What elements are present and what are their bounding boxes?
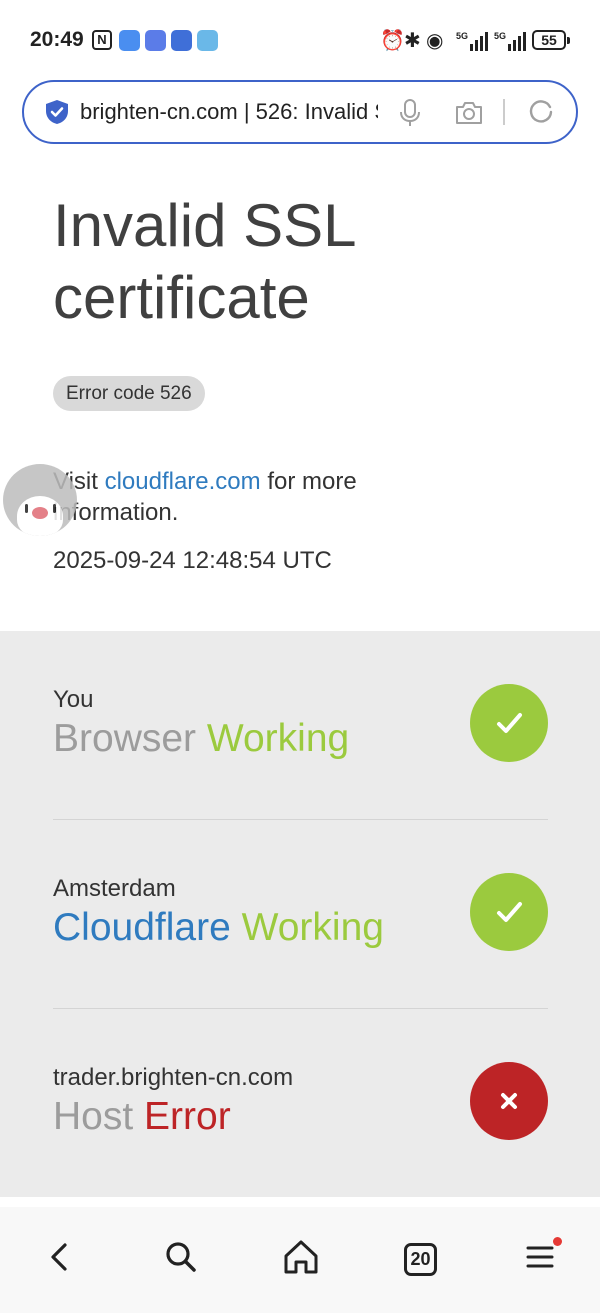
nfc-icon: N — [92, 30, 112, 50]
bluetooth-icon: ✱ — [404, 30, 421, 52]
status-row-cloudflare: Amsterdam Cloudflare Working — [53, 820, 548, 1008]
status-state: Working — [206, 717, 350, 760]
notification-dot — [553, 1237, 562, 1246]
bottom-navigation: 20 — [0, 1207, 600, 1313]
back-icon[interactable] — [40, 1237, 80, 1277]
status-row-host: trader.brighten-cn.com Host Error — [53, 1009, 548, 1197]
tabs-button[interactable]: 20 — [404, 1243, 437, 1276]
alarm-icon: ⏰ — [380, 30, 405, 52]
signal-icon: 5G — [494, 31, 526, 51]
status-ok-badge — [470, 873, 548, 951]
svg-text:5G: 5G — [456, 31, 468, 41]
url-text[interactable]: brighten-cn.com | 526: Invalid SSL certi… — [80, 99, 378, 129]
status-error-badge — [470, 1062, 548, 1140]
visit-info: Visit cloudflare.com for more informatio… — [53, 466, 473, 528]
status-node: Host — [53, 1095, 134, 1138]
signal-icon: 5G — [456, 31, 488, 51]
clock: 20:49 — [30, 28, 84, 51]
svg-text:5G: 5G — [494, 31, 506, 41]
assistant-eye — [25, 504, 28, 513]
shield-icon[interactable] — [44, 99, 70, 125]
status-line: Host Error — [53, 1095, 231, 1139]
floating-assistant-bubble[interactable] — [3, 464, 77, 536]
weather-app-icon — [171, 30, 192, 51]
assistant-eye — [53, 504, 56, 513]
status-ok-badge — [470, 684, 548, 762]
status-line: Cloudflare Working — [53, 906, 384, 950]
status-row-browser: You Browser Working — [53, 631, 548, 819]
status-state: Error — [144, 1095, 231, 1138]
status-location: You — [53, 686, 94, 713]
checkmark-icon — [497, 713, 522, 733]
status-node: Browser — [53, 717, 197, 760]
status-state: Working — [241, 906, 384, 949]
browser-app-icon — [145, 30, 166, 51]
error-code-badge: Error code 526 — [53, 376, 205, 411]
hotspot-icon: ◉ — [426, 30, 444, 52]
camera-icon[interactable] — [454, 100, 484, 126]
battery-icon: 55 — [532, 30, 570, 50]
status-section: You Browser Working Amsterdam Cloudflare… — [0, 631, 600, 1197]
reload-icon[interactable] — [527, 98, 555, 126]
cloudflare-link[interactable]: cloudflare.com — [105, 468, 261, 495]
status-bar: 20:49 N ⏰ ✱ ◉ 5G 5G 55 — [0, 0, 600, 80]
close-icon — [501, 1093, 517, 1109]
status-location: Amsterdam — [53, 875, 176, 902]
checkmark-icon — [497, 902, 522, 922]
page-title: Invalid SSL certificate — [53, 192, 355, 331]
address-bar[interactable]: brighten-cn.com | 526: Invalid SSL certi… — [22, 80, 578, 144]
status-location: trader.brighten-cn.com — [53, 1064, 294, 1091]
book-app-icon — [197, 30, 218, 51]
microphone-icon[interactable] — [399, 98, 421, 128]
status-line: Browser Working — [53, 717, 349, 761]
timestamp: 2025-09-24 12:48:54 UTC — [53, 547, 332, 574]
message-app-icon — [119, 30, 140, 51]
search-icon[interactable] — [161, 1237, 201, 1277]
assistant-mouth — [32, 507, 48, 519]
status-node: Cloudflare — [53, 906, 231, 949]
home-icon[interactable] — [281, 1237, 321, 1277]
divider — [503, 99, 505, 125]
